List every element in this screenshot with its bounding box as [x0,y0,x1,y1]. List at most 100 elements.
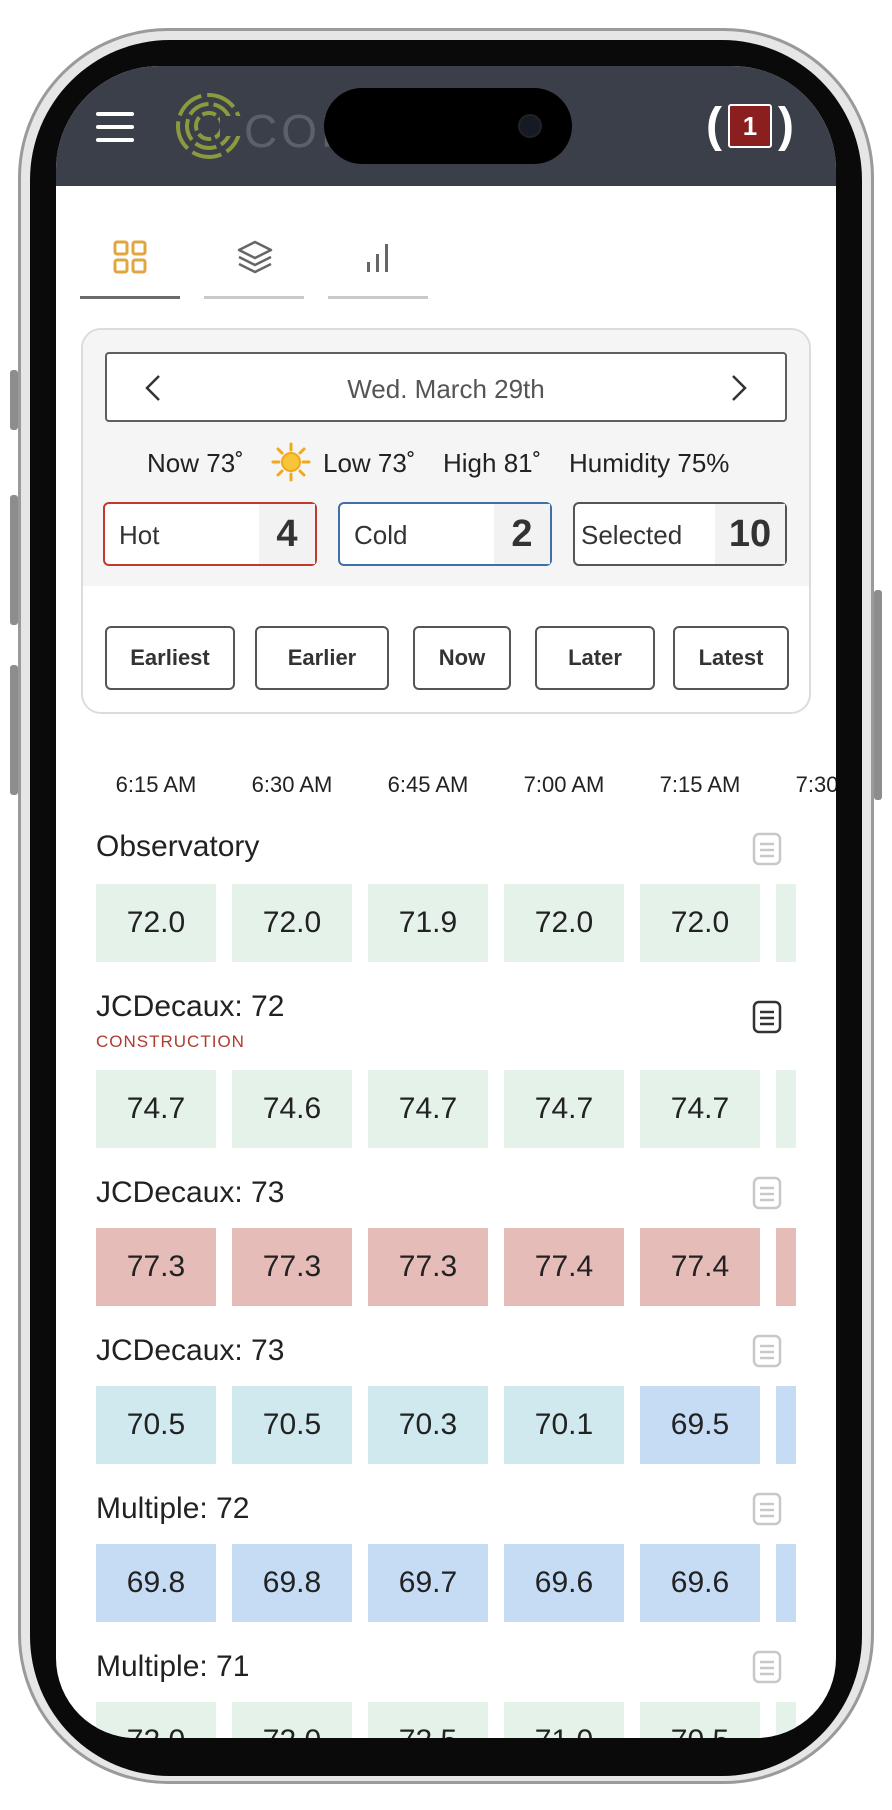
next-day-button[interactable] [717,368,757,408]
reading-cell-partial[interactable] [776,1070,796,1148]
tab-grid[interactable] [80,216,180,299]
volume-up-button [10,495,18,625]
location-title: Observatory [96,830,260,863]
reading-cell[interactable]: 70.3 [368,1386,488,1464]
later-button[interactable]: Later [535,626,655,690]
reading-cell[interactable]: 69.8 [232,1544,352,1622]
notification-close-paren: ) [778,99,794,153]
reading-cell[interactable]: 77.3 [232,1228,352,1306]
hot-label: Hot [119,520,160,550]
reading-cell[interactable]: 70.5 [232,1386,352,1464]
selected-count: 10 [715,504,785,564]
location-title: JCDecaux: 73 [96,1334,285,1367]
date-navigator: Wed. March 29th [105,352,787,422]
grid-icon [113,240,147,274]
sun-icon [271,442,311,487]
reading-row: 72.0 72.0 72.5 71.0 70.5 [96,1702,796,1738]
reading-cell[interactable]: 72.0 [232,1702,352,1738]
reading-cell-partial[interactable] [776,884,796,962]
reading-cell[interactable]: 71.0 [504,1702,624,1738]
location-title: Multiple: 71 [96,1650,250,1683]
now-button[interactable]: Now [413,626,511,690]
selected-counter[interactable]: Selected 10 [573,502,787,566]
app-screen: COR (1) Wed. March 29th Now 73˚ Low 73˚ … [56,66,836,1738]
dynamic-island [324,88,572,164]
reading-cell[interactable]: 74.7 [504,1070,624,1148]
reading-cell[interactable]: 72.0 [232,884,352,962]
weather-high: High 81˚ [443,448,542,478]
reading-cell-partial[interactable] [776,1544,796,1622]
brand-logo-icon [174,90,244,167]
reading-cell[interactable]: 74.6 [232,1070,352,1148]
hot-count: 4 [259,504,315,564]
bar-chart-icon [367,244,388,272]
reading-cell[interactable]: 69.7 [368,1544,488,1622]
reading-cell[interactable]: 72.0 [96,884,216,962]
reading-cell[interactable]: 72.5 [368,1702,488,1738]
action-button [10,370,18,430]
hot-counter[interactable]: Hot 4 [103,502,317,566]
notes-icon[interactable] [752,1492,782,1526]
volume-down-button [10,665,18,795]
camera-icon [518,114,542,138]
hamburger-menu-icon[interactable] [96,112,134,142]
reading-cell[interactable]: 72.0 [96,1702,216,1738]
reading-cell[interactable]: 69.6 [504,1544,624,1622]
reading-cell-partial[interactable] [776,1228,796,1306]
time-header: 6:15 AM 6:30 AM 6:45 AM 7:00 AM 7:15 AM … [56,766,836,806]
selected-label: Selected [581,520,683,550]
reading-cell[interactable]: 69.8 [96,1544,216,1622]
notes-icon[interactable] [752,1334,782,1368]
tab-layers[interactable] [204,216,304,299]
reading-cell-partial[interactable] [776,1386,796,1464]
time-label: 7:00 AM [523,772,605,797]
reading-cell[interactable]: 74.7 [640,1070,760,1148]
reading-row: 69.8 69.8 69.7 69.6 69.6 [96,1544,796,1624]
notes-icon[interactable] [752,1000,782,1034]
tab-chart[interactable] [328,216,428,299]
reading-cell[interactable]: 77.3 [368,1228,488,1306]
earliest-button[interactable]: Earliest [105,626,235,690]
latest-button[interactable]: Latest [673,626,789,690]
notes-icon[interactable] [752,832,782,866]
cold-count: 2 [494,504,550,564]
cold-counter[interactable]: Cold 2 [338,502,552,566]
location-title: JCDecaux: 72 [96,990,285,1023]
weather-low: Low 73˚ [323,448,416,478]
power-button [874,590,882,800]
reading-cell[interactable]: 72.0 [640,884,760,962]
chevron-right-icon [732,375,747,401]
reading-cell[interactable]: 70.5 [640,1702,760,1738]
reading-cell[interactable]: 69.5 [640,1386,760,1464]
reading-row: 77.3 77.3 77.3 77.4 77.4 [96,1228,796,1308]
reading-row: 72.0 72.0 71.9 72.0 72.0 [96,884,796,964]
notification-badge: 1 [728,104,773,149]
reading-cell-partial[interactable] [776,1702,796,1738]
reading-cell[interactable]: 77.4 [640,1228,760,1306]
reading-row: 74.7 74.6 74.7 74.7 74.7 [96,1070,796,1150]
reading-cell[interactable]: 77.4 [504,1228,624,1306]
time-label: 6:15 AM [115,772,197,797]
reading-cell[interactable]: 74.7 [96,1070,216,1148]
reading-cell[interactable]: 69.6 [640,1544,760,1622]
notes-icon[interactable] [752,1176,782,1210]
location-title: Multiple: 72 [96,1492,250,1525]
weather-now: Now 73˚ [147,448,244,478]
notification-indicator[interactable]: (1) [706,102,794,150]
current-date[interactable]: Wed. March 29th [107,374,785,405]
cold-label: Cold [354,520,408,550]
earlier-button[interactable]: Earlier [255,626,389,690]
reading-cell[interactable]: 70.1 [504,1386,624,1464]
reading-cell[interactable]: 77.3 [96,1228,216,1306]
top-bar: COR (1) [56,66,836,186]
reading-cell[interactable]: 74.7 [368,1070,488,1148]
reading-cell[interactable]: 72.0 [504,884,624,962]
location-status: CONSTRUCTION [96,1032,245,1051]
reading-cell[interactable]: 70.5 [96,1386,216,1464]
reading-cell[interactable]: 71.9 [368,884,488,962]
notification-open-paren: ( [706,99,723,153]
time-label: 6:30 AM [251,772,333,797]
time-label: 7:30 AM [795,772,836,797]
notes-icon[interactable] [752,1650,782,1684]
reading-row: 70.5 70.5 70.3 70.1 69.5 [96,1386,796,1466]
